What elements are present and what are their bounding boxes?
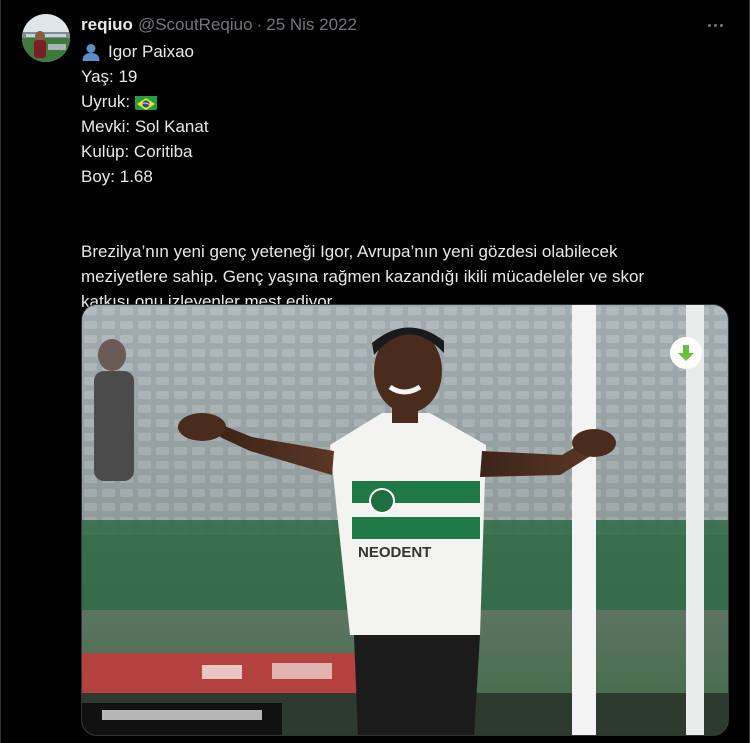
display-name[interactable]: reqiuo <box>81 15 133 35</box>
brazil-flag-icon <box>135 94 158 110</box>
position-line: Mevki: Sol Kanat <box>81 117 209 136</box>
bust-in-silhouette-icon <box>81 42 101 62</box>
more-options-icon[interactable] <box>703 14 727 36</box>
tweet-photo[interactable]: NEODENT <box>81 304 729 736</box>
paragraph-line-1: Brezilya’nın yeni genç yeteneği Igor, Av… <box>81 242 618 261</box>
player-name: Igor Paixao <box>108 42 194 61</box>
tweet-date[interactable]: 25 Nis 2022 <box>266 15 357 35</box>
tweet-card[interactable]: reqiuo @ScoutReqiuo · 25 Nis 2022 Igor P… <box>0 0 750 743</box>
avatar[interactable] <box>22 14 70 62</box>
download-arrow-icon[interactable] <box>670 337 702 369</box>
paragraph-line-2: meziyetlere sahip. Genç yaşına rağmen ka… <box>81 267 645 286</box>
jersey-sponsor-text: NEODENT <box>358 544 431 561</box>
age-line: Yaş: 19 <box>81 67 138 86</box>
tweet-header: reqiuo @ScoutReqiuo · 25 Nis 2022 <box>81 14 357 36</box>
user-handle[interactable]: @ScoutReqiuo <box>138 15 253 35</box>
nationality-line: Uyruk: <box>81 89 711 114</box>
height-line: Boy: 1.68 <box>81 167 153 186</box>
player-name-line: Igor Paixao <box>81 39 711 64</box>
club-line: Kulüp: Coritiba <box>81 142 193 161</box>
separator-dot: · <box>256 15 263 34</box>
nationality-label: Uyruk: <box>81 92 131 111</box>
tweet-text: Igor Paixao Yaş: 19 Uyruk: Mevki: Sol Ka… <box>81 39 711 314</box>
